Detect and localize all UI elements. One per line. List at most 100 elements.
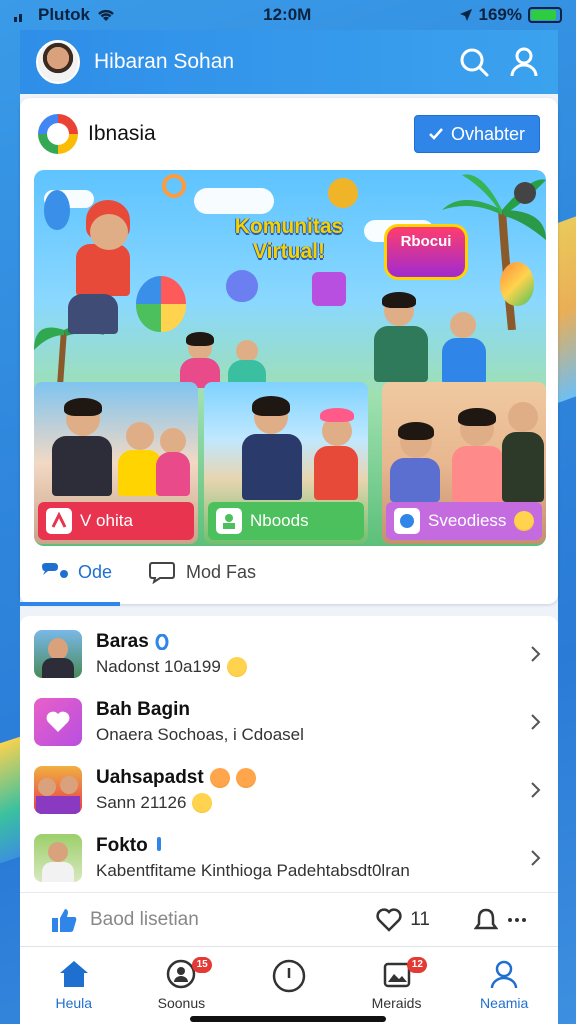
sub-tile-label: V ohita (80, 511, 133, 530)
hero-banner[interactable]: Komunitas Virtual! Rbocui V ohita Nboods… (34, 170, 546, 546)
list-item[interactable]: Fokto Kabentfitame Kinthioga Padehtabsdt… (20, 824, 558, 892)
square-icon-illustration (312, 272, 346, 306)
search-icon (460, 48, 489, 77)
row-title: Baras (96, 631, 149, 652)
smiley-icon (514, 511, 535, 531)
sub-tile-label-bar: Sveodiess (386, 502, 542, 540)
heart-outline-icon[interactable] (376, 907, 402, 932)
nav-label: Soonus (157, 995, 206, 1011)
smiley-icon (192, 793, 213, 813)
nav-meraids[interactable]: 12 Meraids (343, 947, 451, 1024)
signal-icon (14, 14, 22, 22)
user-icon (510, 47, 538, 77)
like-count: 11 (410, 908, 430, 930)
row-subtitle: Nadonst 10a199 (96, 657, 221, 676)
location-icon (459, 9, 472, 21)
tab-label: Mod Fas (186, 561, 257, 582)
sub-tile-icon (394, 508, 420, 534)
nav-soonus[interactable]: 15 Soonus (128, 947, 236, 1024)
row-subtitle: Sann 21126 (96, 793, 187, 812)
brand-logo-icon (38, 114, 78, 154)
notification-badge: 15 (192, 957, 213, 973)
card-brand-name: Ibnasia (88, 122, 156, 145)
chevron-right-icon (531, 646, 541, 662)
chevron-right-icon (531, 850, 541, 866)
bottom-nav: Heula 15 Soonus 12 Meraids Neamia (20, 946, 558, 1024)
sub-tile-label-bar: V ohita (38, 502, 194, 540)
follow-button-label: Ovhabter (450, 123, 525, 144)
sub-tile-label: Nboods (250, 511, 309, 530)
clock-icon (272, 959, 306, 993)
tab-label: Ode (78, 561, 113, 582)
nav-label: Neamia (480, 995, 529, 1011)
chat-icon (42, 563, 68, 578)
person-illustration (46, 200, 166, 350)
action-bar: Baod lisetian 11 (20, 892, 558, 946)
row-thumbnail (34, 630, 82, 678)
tab-mod-fas[interactable]: Mod Fas (148, 560, 256, 584)
card-tabs: Ode Mod Fas (40, 560, 256, 584)
sub-tile-3[interactable]: Sveodiess (382, 382, 546, 544)
person-illustration (214, 396, 364, 506)
row-title: Uahsapadst (96, 767, 204, 788)
sub-tile-1[interactable]: V ohita (34, 382, 198, 544)
tab-ode[interactable]: Ode (40, 562, 112, 583)
wifi-icon (98, 9, 114, 21)
nav-home[interactable]: Heula (20, 947, 128, 1024)
thumbs-up-icon[interactable] (50, 907, 78, 933)
row-title: Bah Bagin (96, 699, 190, 720)
row-thumbnail (34, 766, 82, 814)
status-bar: Plutok 12:0M 169% (0, 0, 576, 30)
battery-fill (531, 10, 557, 20)
carrier-name: Plutok (38, 5, 90, 24)
chevron-right-icon (531, 714, 541, 730)
hero-corner-icon (514, 182, 536, 204)
user-icon (490, 960, 518, 989)
nav-label: Meraids (371, 995, 422, 1011)
cloud-shape (194, 188, 274, 214)
pin-icon (156, 837, 161, 851)
person-illustration (40, 392, 190, 502)
comment-icon (149, 562, 176, 584)
row-subtitle: Onaera Sochoas, i Cdoasel (96, 725, 304, 744)
profile-button[interactable] (506, 44, 542, 80)
row-title: Fokto (96, 835, 148, 856)
emoji-icon (209, 768, 230, 788)
chevron-right-icon (531, 782, 541, 798)
hero-title: Komunitas Virtual! (234, 215, 344, 263)
search-button[interactable] (456, 44, 492, 80)
row-thumbnail (34, 698, 82, 746)
avatar[interactable] (36, 40, 80, 84)
action-label: Baod lisetian (90, 908, 199, 930)
row-subtitle: Kabentfitame Kinthioga Padehtabsdt0lran (96, 861, 410, 880)
nav-profile[interactable]: Neamia (450, 947, 558, 1024)
battery-percent: 169% (478, 5, 522, 24)
home-icon (59, 961, 88, 987)
person-illustration (174, 330, 284, 390)
battery-icon (528, 7, 562, 23)
check-icon (429, 128, 443, 140)
person-illustration (386, 402, 546, 502)
person-illustration (354, 290, 514, 390)
sub-tile-label: Sveodiess (428, 511, 507, 530)
list-item[interactable]: Bah Bagin Onaera Sochoas, i Cdoasel (20, 688, 558, 756)
header-title: Hibaran Sohan (94, 50, 235, 73)
sub-tile-icon (46, 508, 72, 534)
active-tab-indicator (20, 602, 120, 606)
sub-tile-2[interactable]: Nboods (204, 382, 368, 544)
heart-icon (46, 711, 70, 732)
nav-compose[interactable] (235, 947, 343, 1024)
bell-icon[interactable] (474, 907, 498, 933)
chat-bubble-illustration (226, 270, 258, 302)
more-icon[interactable] (506, 916, 528, 924)
hero-badge: Rbocui (384, 224, 468, 280)
list-item[interactable]: Baras Nadonst 10a199 (20, 620, 558, 688)
verified-icon (155, 634, 169, 650)
sub-tile-icon (216, 508, 242, 534)
sub-tile-label-bar: Nboods (208, 502, 364, 540)
row-thumbnail (34, 834, 82, 882)
ring-illustration (162, 174, 186, 198)
list-item[interactable]: Uahsapadst Sann 21126 (20, 756, 558, 824)
home-indicator (190, 1016, 386, 1022)
follow-button[interactable]: Ovhabter (413, 115, 540, 153)
